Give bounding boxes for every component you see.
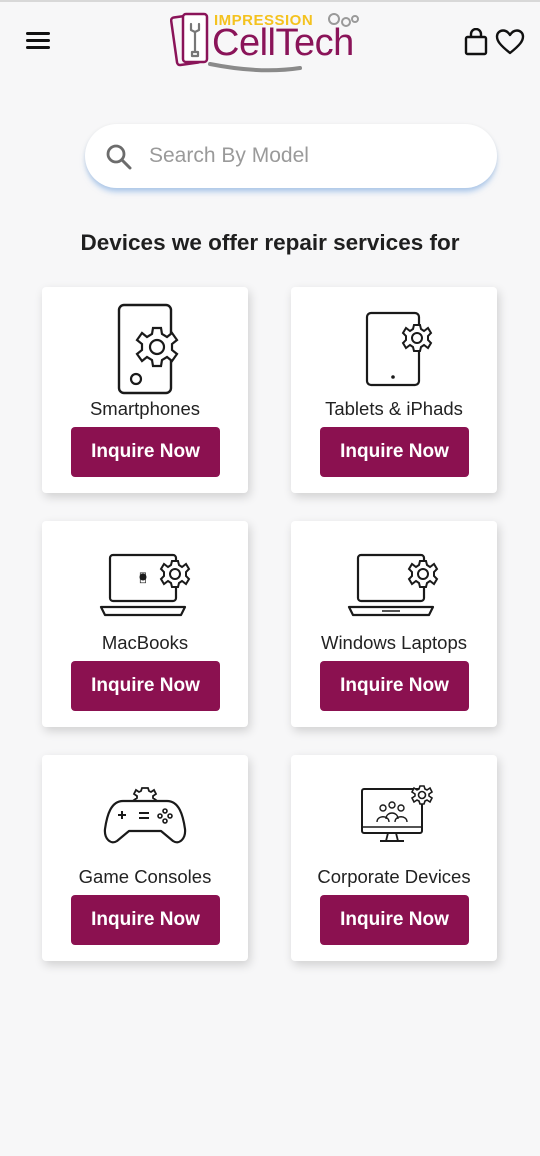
search-input[interactable]	[149, 138, 469, 174]
tablet-gear-icon	[365, 311, 433, 387]
device-card-macbooks:  MacBooks Inquire Now	[42, 521, 248, 727]
device-card-smartphones: Smartphones Inquire Now	[42, 287, 248, 493]
celltech-logo[interactable]: IMPRESSION CellTech	[170, 8, 395, 74]
smartphone-gear-icon	[117, 303, 179, 395]
device-card-windows-laptops: Windows Laptops Inquire Now	[291, 521, 497, 727]
inquire-now-button-smartphones[interactable]: Inquire Now	[71, 427, 220, 477]
device-card-corporate-devices: Corporate Devices Inquire Now	[291, 755, 497, 961]
device-card-tablets: Tablets & iPhads Inquire Now	[291, 287, 497, 493]
section-title: Devices we offer repair services for	[80, 230, 460, 255]
search-icon	[106, 144, 132, 170]
device-label-macbooks: MacBooks	[101, 632, 189, 653]
search-bar[interactable]	[85, 124, 497, 188]
inquire-now-button-windows-laptops[interactable]: Inquire Now	[320, 661, 469, 711]
device-label-smartphones: Smartphones	[89, 398, 201, 419]
hamburger-menu-icon[interactable]	[24, 30, 52, 52]
corporate-monitor-gear-icon	[361, 785, 434, 842]
inquire-now-button-tablets[interactable]: Inquire Now	[320, 427, 469, 477]
device-card-game-consoles: Game Consoles Inquire Now	[42, 755, 248, 961]
shopping-bag-icon[interactable]	[464, 28, 488, 56]
device-label-windows-laptops: Windows Laptops	[320, 632, 468, 653]
inquire-now-button-macbooks[interactable]: Inquire Now	[71, 661, 220, 711]
gamepad-gear-icon	[103, 787, 187, 844]
logo-word-celltech: CellTech	[212, 22, 354, 64]
heart-icon[interactable]	[495, 28, 525, 56]
device-label-tablets: Tablets & iPhads	[325, 398, 463, 419]
device-label-corporate-devices: Corporate Devices	[317, 866, 471, 887]
macbook-gear-icon: 	[99, 553, 191, 617]
laptop-gear-icon	[347, 553, 439, 617]
inquire-now-button-corporate-devices[interactable]: Inquire Now	[320, 895, 469, 945]
inquire-now-button-game-consoles[interactable]: Inquire Now	[71, 895, 220, 945]
app-header: IMPRESSION CellTech	[0, 2, 540, 82]
device-label-game-consoles: Game Consoles	[78, 866, 212, 887]
